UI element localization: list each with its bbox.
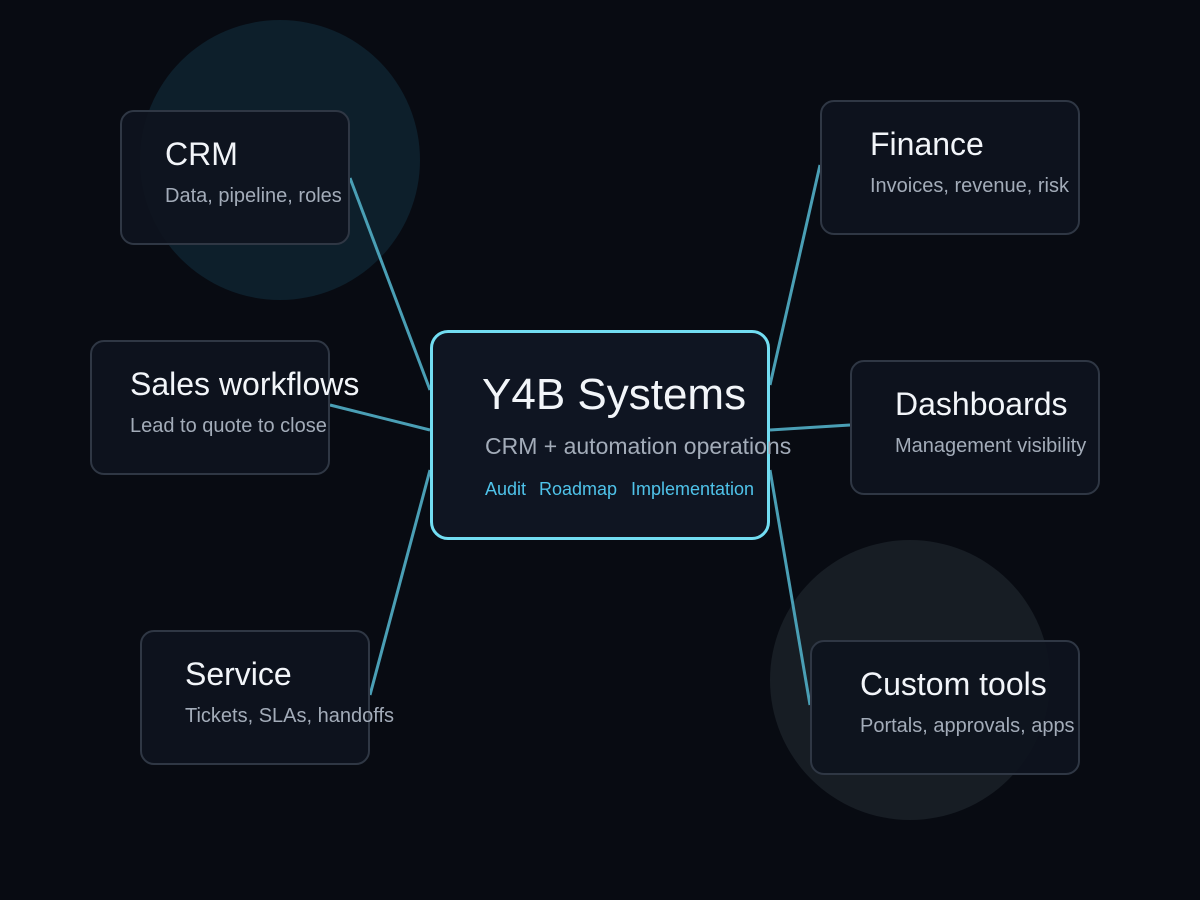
connector-crm: [348, 177, 432, 391]
hub-tag-roadmap[interactable]: Roadmap: [539, 480, 617, 498]
connector-finance: [768, 164, 822, 386]
hub-tag-implementation[interactable]: Implementation: [631, 480, 754, 498]
node-dashboards-title: Dashboards: [895, 386, 1068, 422]
node-custom-tools-subtitle: Portals, approvals, apps: [860, 715, 1075, 737]
hub-title: Y4B Systems: [482, 370, 747, 419]
node-crm[interactable]: [120, 110, 350, 245]
node-sales-workflows-subtitle: Lead to quote to close: [130, 415, 327, 437]
connector-dashboards: [769, 423, 851, 432]
diagram-canvas: CRM Data, pipeline, roles Sales workflow…: [0, 0, 1200, 900]
node-custom-tools[interactable]: [810, 640, 1080, 775]
node-finance-title: Finance: [870, 126, 984, 162]
connector-service: [368, 469, 432, 696]
connector-sales-workflows: [329, 403, 431, 432]
node-finance-subtitle: Invoices, revenue, risk: [870, 175, 1069, 197]
node-finance[interactable]: [820, 100, 1080, 235]
connector-custom-tools: [768, 469, 812, 706]
node-service-title: Service: [185, 656, 292, 692]
hub-tag-audit[interactable]: Audit: [485, 480, 526, 498]
node-sales-workflows-title: Sales workflows: [130, 366, 360, 402]
node-dashboards[interactable]: [850, 360, 1100, 495]
node-service-subtitle: Tickets, SLAs, handoffs: [185, 705, 394, 727]
hub-subtitle: CRM + automation operations: [485, 433, 792, 459]
node-custom-tools-title: Custom tools: [860, 666, 1047, 702]
node-crm-subtitle: Data, pipeline, roles: [165, 185, 342, 207]
node-sales-workflows[interactable]: [90, 340, 330, 475]
node-crm-title: CRM: [165, 136, 238, 172]
node-service[interactable]: [140, 630, 370, 765]
node-dashboards-subtitle: Management visibility: [895, 435, 1087, 457]
